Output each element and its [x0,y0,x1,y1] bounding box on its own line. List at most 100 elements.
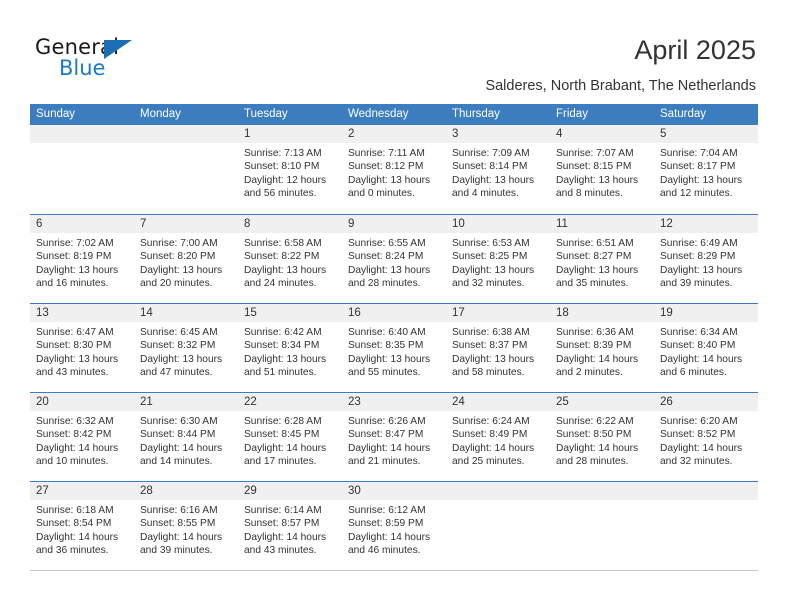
day-number: 8 [238,215,342,233]
day-number: 21 [134,393,238,411]
calendar-day-cell[interactable]: 11 Sunrise: 6:51 AM Sunset: 8:27 PM Dayligh… [550,215,654,303]
sunset-text: Sunset: 8:42 PM [36,429,112,441]
daylight-text: Daylight: 13 hours and 43 minutes. [36,353,119,379]
day-number: 9 [342,215,446,233]
calendar-day-cell[interactable]: 17 Sunrise: 6:38 AM Sunset: 8:37 PM Dayligh… [446,304,550,392]
day-number: 15 [238,304,342,322]
day-number [654,482,758,500]
sunset-text: Sunset: 8:44 PM [140,429,216,441]
daylight-text: Daylight: 13 hours and 8 minutes. [556,174,639,200]
calendar-day-cell[interactable]: 6 Sunrise: 7:02 AM Sunset: 8:19 PM Daylight… [30,215,134,303]
calendar-body: 1 Sunrise: 7:13 AM Sunset: 8:10 PM Daylight… [30,125,758,570]
calendar-day-cell[interactable]: 10 Sunrise: 6:53 AM Sunset: 8:25 PM Dayligh… [446,215,550,303]
day-number: 4 [550,125,654,143]
calendar-day-cell[interactable]: 7 Sunrise: 7:00 AM Sunset: 8:20 PM Daylight… [134,215,238,303]
sunset-text: Sunset: 8:57 PM [244,518,320,530]
sunrise-text: Sunrise: 7:07 AM [556,148,634,159]
day-number [134,125,238,143]
day-sun-info: Sunrise: 6:40 AM Sunset: 8:35 PM Daylight:… [342,322,446,380]
weekday-header-tuesday: Tuesday [244,108,288,120]
calendar-day-cell[interactable]: 15 Sunrise: 6:42 AM Sunset: 8:34 PM Dayligh… [238,304,342,392]
calendar-day-cell[interactable]: 28 Sunrise: 6:16 AM Sunset: 8:55 PM Dayligh… [134,482,238,570]
calendar-day-cell[interactable]: 25 Sunrise: 6:22 AM Sunset: 8:50 PM Dayligh… [550,393,654,481]
daylight-text: Daylight: 13 hours and 47 minutes. [140,353,223,379]
sunset-text: Sunset: 8:15 PM [556,161,632,173]
calendar-day-cell[interactable]: 29 Sunrise: 6:14 AM Sunset: 8:57 PM Dayligh… [238,482,342,570]
calendar-day-cell[interactable]: 12 Sunrise: 6:49 AM Sunset: 8:29 PM Dayligh… [654,215,758,303]
sunset-text: Sunset: 8:27 PM [556,251,632,263]
day-number: 26 [654,393,758,411]
sunrise-text: Sunrise: 6:49 AM [660,238,738,249]
calendar-day-cell[interactable]: 18 Sunrise: 6:36 AM Sunset: 8:39 PM Dayligh… [550,304,654,392]
sunrise-text: Sunrise: 6:53 AM [452,238,530,249]
sunrise-text: Sunrise: 6:36 AM [556,327,634,338]
calendar-day-cell[interactable]: 16 Sunrise: 6:40 AM Sunset: 8:35 PM Dayligh… [342,304,446,392]
day-number [30,125,134,143]
day-sun-info: Sunrise: 6:53 AM Sunset: 8:25 PM Daylight:… [446,233,550,291]
calendar-day-cell[interactable]: 3 Sunrise: 7:09 AM Sunset: 8:14 PM Daylight… [446,125,550,214]
sunset-text: Sunset: 8:35 PM [348,340,424,352]
calendar-day-cell[interactable]: 24 Sunrise: 6:24 AM Sunset: 8:49 PM Dayligh… [446,393,550,481]
calendar-day-cell[interactable]: 22 Sunrise: 6:28 AM Sunset: 8:45 PM Dayligh… [238,393,342,481]
sunrise-text: Sunrise: 6:12 AM [348,505,426,516]
calendar-day-cell[interactable]: 1 Sunrise: 7:13 AM Sunset: 8:10 PM Daylight… [238,125,342,214]
page-title: April 2025 [634,35,756,65]
daylight-text: Daylight: 14 hours and 6 minutes. [660,353,743,379]
day-sun-info: Sunrise: 6:22 AM Sunset: 8:50 PM Daylight:… [550,411,654,469]
day-number: 12 [654,215,758,233]
day-sun-info: Sunrise: 6:20 AM Sunset: 8:52 PM Daylight:… [654,411,758,469]
calendar-day-cell[interactable]: 14 Sunrise: 6:45 AM Sunset: 8:32 PM Dayligh… [134,304,238,392]
calendar-week-row: 1 Sunrise: 7:13 AM Sunset: 8:10 PM Daylight… [30,125,758,214]
calendar-day-cell[interactable]: 21 Sunrise: 6:30 AM Sunset: 8:44 PM Dayligh… [134,393,238,481]
calendar-day-cell[interactable]: 23 Sunrise: 6:26 AM Sunset: 8:47 PM Dayligh… [342,393,446,481]
calendar-day-cell[interactable]: 19 Sunrise: 6:34 AM Sunset: 8:40 PM Dayligh… [654,304,758,392]
day-sun-info: Sunrise: 6:42 AM Sunset: 8:34 PM Daylight:… [238,322,342,380]
calendar-day-cell[interactable]: 8 Sunrise: 6:58 AM Sunset: 8:22 PM Daylight… [238,215,342,303]
generalblue-logo[interactable]: General Blue [35,36,165,82]
sunset-text: Sunset: 8:55 PM [140,518,216,530]
logo-text-blue: Blue [59,56,106,80]
day-number: 6 [30,215,134,233]
page-subtitle: Salderes, North Brabant, The Netherlands [485,78,756,94]
calendar-day-cell[interactable]: 2 Sunrise: 7:11 AM Sunset: 8:12 PM Daylight… [342,125,446,214]
day-number: 13 [30,304,134,322]
day-number: 3 [446,125,550,143]
daylight-text: Daylight: 14 hours and 32 minutes. [660,442,743,468]
daylight-text: Daylight: 14 hours and 25 minutes. [452,442,535,468]
daylight-text: Daylight: 13 hours and 39 minutes. [660,264,743,290]
calendar-week-row: 20 Sunrise: 6:32 AM Sunset: 8:42 PM Dayligh… [30,392,758,481]
sunset-text: Sunset: 8:54 PM [36,518,112,530]
day-sun-info: Sunrise: 6:55 AM Sunset: 8:24 PM Daylight:… [342,233,446,291]
daylight-text: Daylight: 13 hours and 51 minutes. [244,353,327,379]
daylight-text: Daylight: 13 hours and 28 minutes. [348,264,431,290]
weekday-header-sunday: Sunday [36,108,76,120]
calendar-day-cell[interactable]: 5 Sunrise: 7:04 AM Sunset: 8:17 PM Daylight… [654,125,758,214]
sunset-text: Sunset: 8:17 PM [660,161,736,173]
day-sun-info: Sunrise: 7:11 AM Sunset: 8:12 PM Daylight:… [342,143,446,201]
daylight-text: Daylight: 13 hours and 35 minutes. [556,264,639,290]
daylight-text: Daylight: 14 hours and 36 minutes. [36,531,119,557]
sunrise-text: Sunrise: 6:16 AM [140,505,218,516]
sunrise-text: Sunrise: 6:55 AM [348,238,426,249]
calendar-day-cell-empty [446,482,550,570]
daylight-text: Daylight: 14 hours and 17 minutes. [244,442,327,468]
sunset-text: Sunset: 8:29 PM [660,251,736,263]
sunrise-text: Sunrise: 7:11 AM [348,148,425,159]
day-sun-info: Sunrise: 6:38 AM Sunset: 8:37 PM Daylight:… [446,322,550,380]
day-number: 11 [550,215,654,233]
calendar-day-cell[interactable]: 9 Sunrise: 6:55 AM Sunset: 8:24 PM Daylight… [342,215,446,303]
day-number: 7 [134,215,238,233]
sunset-text: Sunset: 8:10 PM [244,161,320,173]
daylight-text: Daylight: 13 hours and 24 minutes. [244,264,327,290]
daylight-text: Daylight: 14 hours and 14 minutes. [140,442,223,468]
sunset-text: Sunset: 8:34 PM [244,340,320,352]
calendar-day-cell[interactable]: 4 Sunrise: 7:07 AM Sunset: 8:15 PM Daylight… [550,125,654,214]
calendar-day-cell[interactable]: 30 Sunrise: 6:12 AM Sunset: 8:59 PM Dayligh… [342,482,446,570]
calendar-day-cell[interactable]: 26 Sunrise: 6:20 AM Sunset: 8:52 PM Dayligh… [654,393,758,481]
calendar-day-cell[interactable]: 13 Sunrise: 6:47 AM Sunset: 8:30 PM Dayligh… [30,304,134,392]
day-number: 27 [30,482,134,500]
sunset-text: Sunset: 8:25 PM [452,251,528,263]
day-sun-info: Sunrise: 7:13 AM Sunset: 8:10 PM Daylight:… [238,143,342,201]
calendar-day-cell[interactable]: 27 Sunrise: 6:18 AM Sunset: 8:54 PM Dayligh… [30,482,134,570]
calendar-day-cell[interactable]: 20 Sunrise: 6:32 AM Sunset: 8:42 PM Dayligh… [30,393,134,481]
